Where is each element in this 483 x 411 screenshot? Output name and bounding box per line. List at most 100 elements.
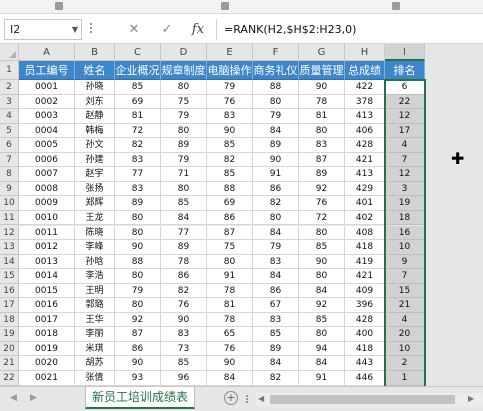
table-cell[interactable]: 90 (161, 312, 207, 328)
table-cell[interactable]: 421 (345, 152, 385, 168)
table-cell[interactable]: 0014 (19, 269, 75, 284)
row-header[interactable]: 11 (0, 210, 19, 226)
table-cell[interactable]: 400 (345, 327, 385, 342)
table-cell[interactable]: 0009 (19, 196, 75, 211)
column-header-a[interactable]: A (19, 44, 75, 61)
table-cell[interactable]: 90 (299, 80, 345, 95)
table-cell[interactable]: 李浩 (75, 269, 115, 284)
table-cell[interactable]: 82 (207, 152, 253, 168)
row-header[interactable]: 3 (0, 94, 19, 110)
row-header[interactable]: 4 (0, 109, 19, 124)
table-cell[interactable]: 84 (253, 123, 299, 139)
table-cell[interactable]: 孙文 (75, 138, 115, 153)
table-cell[interactable]: 90 (299, 254, 345, 270)
table-cell[interactable]: 76 (299, 196, 345, 211)
table-cell[interactable]: 71 (161, 167, 207, 182)
table-cell[interactable]: 0004 (19, 123, 75, 139)
table-cell[interactable]: 406 (345, 123, 385, 139)
row-header[interactable]: 8 (0, 167, 19, 182)
table-cell[interactable]: 83 (253, 312, 299, 328)
table-cell[interactable]: 80 (207, 254, 253, 270)
table-cell[interactable]: 79 (253, 109, 299, 124)
table-cell[interactable]: 78 (207, 312, 253, 328)
rank-cell[interactable]: 12 (385, 167, 425, 182)
table-cell[interactable]: 408 (345, 225, 385, 241)
table-cell[interactable]: 0010 (19, 210, 75, 226)
scroll-left-icon[interactable]: ◀ (258, 394, 264, 403)
table-cell[interactable]: 79 (161, 109, 207, 124)
table-cell[interactable]: 83 (253, 254, 299, 270)
table-cell[interactable]: 90 (115, 240, 161, 255)
table-cell[interactable]: 90 (253, 152, 299, 168)
table-cell[interactable]: 65 (207, 327, 253, 342)
rank-cell[interactable]: 10 (385, 240, 425, 255)
table-cell[interactable]: 81 (299, 109, 345, 124)
table-cell[interactable]: 89 (161, 138, 207, 153)
table-cell[interactable]: 0011 (19, 225, 75, 241)
table-cell[interactable]: 83 (115, 152, 161, 168)
row-header[interactable]: 17 (0, 298, 19, 313)
table-cell[interactable]: 79 (207, 80, 253, 95)
table-cell[interactable]: 80 (299, 225, 345, 241)
rank-cell[interactable]: 17 (385, 123, 425, 139)
table-cell[interactable]: 0012 (19, 240, 75, 255)
table-cell[interactable]: 75 (161, 94, 207, 110)
row-header[interactable]: 20 (0, 341, 19, 357)
table-cell[interactable]: 409 (345, 283, 385, 299)
table-cell[interactable]: 94 (299, 341, 345, 357)
table-cell[interactable]: 孙晓 (75, 80, 115, 95)
table-cell[interactable]: 79 (115, 283, 161, 299)
table-cell[interactable]: 92 (299, 298, 345, 313)
table-cell[interactable]: 446 (345, 371, 385, 386)
rank-cell[interactable]: 19 (385, 196, 425, 211)
table-cell[interactable]: 82 (115, 138, 161, 153)
table-cell[interactable]: 米琪 (75, 341, 115, 357)
table-cell[interactable]: 67 (253, 298, 299, 313)
table-cell[interactable]: 0005 (19, 138, 75, 153)
tab-split-grip-icon[interactable] (246, 395, 248, 403)
row-header[interactable]: 12 (0, 225, 19, 241)
table-cell[interactable]: 刘东 (75, 94, 115, 110)
table-cell[interactable]: 80 (253, 94, 299, 110)
table-cell[interactable]: 0017 (19, 312, 75, 328)
table-cell[interactable]: 91 (299, 371, 345, 386)
table-cell[interactable]: 89 (115, 196, 161, 211)
table-cell[interactable]: 84 (161, 210, 207, 226)
table-cell[interactable]: 78 (161, 254, 207, 270)
table-cell[interactable]: 69 (115, 94, 161, 110)
table-cell[interactable]: 96 (161, 371, 207, 386)
table-cell[interactable]: 89 (161, 240, 207, 255)
table-cell[interactable]: 80 (115, 269, 161, 284)
row-header[interactable]: 9 (0, 181, 19, 197)
table-cell[interactable]: 82 (253, 371, 299, 386)
table-cell[interactable]: 韩梅 (75, 123, 115, 139)
table-cell[interactable]: 86 (253, 283, 299, 299)
table-cell[interactable]: 郭璐 (75, 298, 115, 313)
rank-cell[interactable]: 4 (385, 138, 425, 153)
row-header[interactable]: 19 (0, 327, 19, 342)
table-cell[interactable]: 0020 (19, 356, 75, 371)
row-header[interactable]: 6 (0, 138, 19, 153)
column-header-b[interactable]: B (75, 44, 115, 61)
table-cell[interactable]: 0001 (19, 80, 75, 95)
table-cell[interactable]: 92 (115, 312, 161, 328)
table-cell[interactable]: 87 (299, 152, 345, 168)
table-header-cell[interactable]: 电脑操作 (207, 61, 253, 80)
table-header-cell[interactable]: 姓名 (75, 61, 115, 80)
table-cell[interactable]: 84 (207, 371, 253, 386)
table-cell[interactable]: 张扬 (75, 181, 115, 197)
rank-cell[interactable]: 9 (385, 254, 425, 270)
table-header-cell[interactable]: 企业概况 (115, 61, 161, 80)
cancel-button[interactable]: ✕ (124, 20, 144, 39)
table-cell[interactable]: 0002 (19, 94, 75, 110)
table-cell[interactable]: 86 (115, 341, 161, 357)
rank-cell[interactable]: 21 (385, 298, 425, 313)
table-cell[interactable]: 91 (253, 167, 299, 182)
table-cell[interactable]: 78 (299, 94, 345, 110)
table-cell[interactable]: 0013 (19, 254, 75, 270)
table-header-cell[interactable]: 排名 (385, 61, 425, 80)
table-cell[interactable]: 张倩 (75, 371, 115, 386)
scroll-right-icon[interactable]: ▶ (468, 394, 474, 403)
add-sheet-icon[interactable]: + (224, 391, 238, 405)
rank-cell[interactable]: 7 (385, 152, 425, 168)
